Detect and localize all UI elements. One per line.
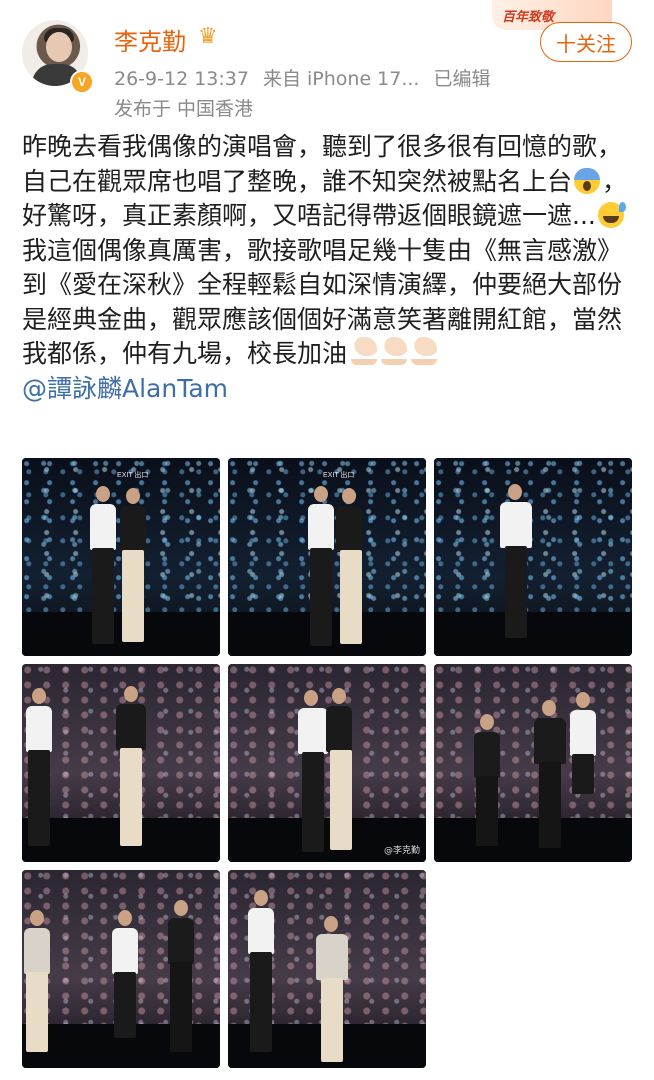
photo-3[interactable] [434,458,632,656]
post-text-1a: 昨晚去看我偶像的演唱會，聽到了很多很有回憶的歌，自己在觀眾席也唱了整晚，誰不知突… [22,132,623,196]
photo-5[interactable]: @李克勤 [228,664,426,862]
exit-sign: EXIT 出口 [323,472,355,479]
exit-sign: EXIT 出口 [117,472,149,479]
follow-button[interactable]: 十关注 [540,22,632,62]
mention-link[interactable]: @譚詠麟AlanTam [22,374,228,403]
post-location: 发布于 中国香港 [114,94,259,121]
post-paragraph-1: 昨晚去看我偶像的演唱會，聽到了很多很有回憶的歌，自己在觀眾席也唱了整晚，誰不知突… [22,130,634,234]
post-body: 昨晚去看我偶像的演唱會，聽到了很多很有回憶的歌，自己在觀眾席也唱了整晚，誰不知突… [22,130,634,406]
flexed-biceps-icon [381,337,408,365]
photo-grid: EXIT 出口 EXIT 出口 @李克勤 [22,458,632,1068]
post-source[interactable]: 来自 iPhone 17... [263,68,420,90]
photo-watermark: @李克勤 [383,846,420,856]
post-text-2: 我這個偶像真厲害，歌接歌唱足幾十隻由《無言感激》到《愛在深秋》全程輕鬆自如深情演… [22,235,623,369]
photo-1[interactable]: EXIT 出口 [22,458,220,656]
location-value: 中国香港 [177,98,254,120]
flexed-biceps-icon [411,337,438,365]
stage-floor [22,612,220,656]
post-paragraph-2: 我這個偶像真厲害，歌接歌唱足幾十隻由《無言感激》到《愛在深秋》全程輕鬆自如深情演… [22,234,634,372]
photo-4[interactable] [22,664,220,862]
avatar-face [46,32,72,62]
screaming-face-emoji-icon [574,167,601,194]
post-meta: 26-9-12 13:37 来自 iPhone 17... 已编辑 [114,64,504,91]
photo-7[interactable] [22,870,220,1068]
photo-6[interactable] [434,664,632,862]
stage-floor [434,612,632,656]
grinning-sweat-emoji-icon [597,202,626,228]
flexed-biceps-icon [351,337,378,365]
photo-8[interactable] [228,870,426,1068]
post-timestamp: 26-9-12 13:37 [114,68,249,90]
mention-line: @譚詠麟AlanTam [22,372,634,407]
username[interactable]: 李克勤 [114,22,186,57]
crown-icon: ♛ [198,24,218,49]
stage-floor [434,818,632,862]
location-prefix: 发布于 [114,98,172,120]
edited-label[interactable]: 已编辑 [433,68,490,90]
photo-2[interactable]: EXIT 出口 [228,458,426,656]
verified-badge-icon: V [70,70,94,94]
